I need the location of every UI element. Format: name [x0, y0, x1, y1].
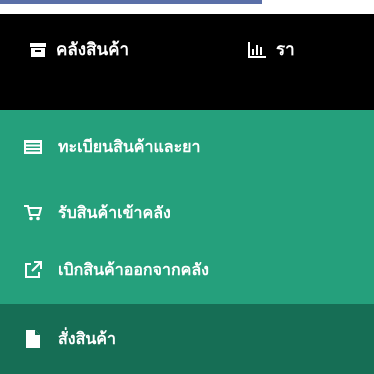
- top-navbar: คลังสินค้า รา: [0, 14, 374, 110]
- cart-icon: [23, 205, 43, 221]
- menu-item-label: ทะเบียนสินค้าและยา: [58, 136, 201, 156]
- menu-item-label: สั่งสินค้า: [58, 328, 116, 348]
- top-strip: [0, 0, 374, 14]
- nav-item-warehouse-label: คลังสินค้า: [56, 40, 130, 60]
- menu-item-product-registry[interactable]: ทะเบียนสินค้าและยา: [0, 120, 374, 174]
- dropdown-menu: ทะเบียนสินค้าและยา รับสินค้าเข้าคลัง เบิ…: [0, 110, 374, 374]
- file-icon: [23, 330, 43, 348]
- menu-item-label: เบิกสินค้าออกจากคลัง: [58, 259, 209, 279]
- top-accent-bar: [0, 0, 262, 4]
- external-link-icon: [23, 261, 43, 279]
- menu-item-receive-stock[interactable]: รับสินค้าเข้าคลัง: [0, 186, 374, 240]
- menu-item-withdraw-stock[interactable]: เบิกสินค้าออกจากคลัง: [0, 243, 374, 297]
- nav-item-reports[interactable]: รา: [248, 36, 295, 63]
- list-icon: [23, 140, 43, 154]
- archive-icon: [30, 42, 46, 58]
- nav-item-warehouse[interactable]: คลังสินค้า: [30, 36, 129, 63]
- bar-chart-icon: [248, 41, 266, 58]
- nav-item-reports-label: รา: [276, 40, 295, 60]
- menu-item-label: รับสินค้าเข้าคลัง: [58, 202, 171, 222]
- menu-item-order-stock[interactable]: สั่งสินค้า: [0, 304, 374, 374]
